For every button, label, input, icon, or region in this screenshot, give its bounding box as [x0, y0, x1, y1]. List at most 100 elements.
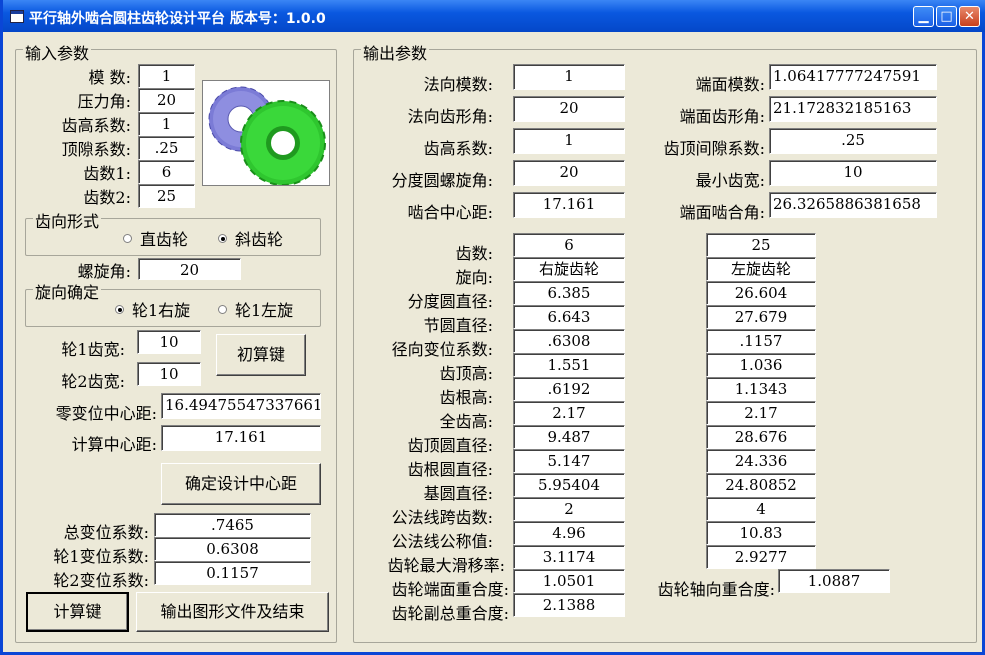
helical-gear-radio[interactable]: 斜齿轮 — [218, 226, 283, 250]
spur-gear-radio[interactable]: 直齿轮 — [123, 226, 188, 250]
module-input[interactable]: 1 — [138, 64, 195, 88]
teeth1-input[interactable]: 6 — [138, 160, 195, 184]
root-diameter-label: 齿根圆直径: — [407, 460, 493, 479]
min-face-width-value: 10 — [769, 160, 937, 186]
zero-shift-center-input[interactable]: 16.49475547337661 — [161, 393, 321, 419]
axial-contact-ratio-label: 齿轮轴向重合度: — [657, 580, 775, 599]
helical-gear-label: 斜齿轮 — [235, 230, 284, 249]
gear1-right-hand-label: 轮1右旋 — [132, 301, 191, 320]
minimize-button[interactable]: ▁ — [913, 6, 934, 27]
gear2-base-diameter-value: 24.80852 — [706, 473, 816, 497]
title-bar[interactable]: 平行轴外啮合圆柱齿轮设计平台 版本号：1.0.0 ▁ □ ✕ — [3, 0, 985, 32]
gear1-right-hand-radio[interactable]: 轮1右旋 — [115, 297, 190, 321]
pressure-angle-label: 压力角: — [77, 92, 131, 111]
span-teeth-label: 公法线跨齿数: — [391, 508, 493, 527]
gear1-teeth-value: 6 — [513, 233, 625, 257]
window-title: 平行轴外啮合圆柱齿轮设计平台 版本号：1.0.0 — [29, 11, 326, 27]
gear1-span-teeth-value: 2 — [513, 497, 625, 521]
shift2-input[interactable]: 0.1157 — [154, 561, 311, 585]
gear1-dedendum-value: .6192 — [513, 377, 625, 401]
gear-image — [202, 80, 330, 186]
base-diameter-label: 基圆直径: — [423, 484, 493, 503]
transverse-mesh-angle-label: 端面啮合角: — [679, 203, 765, 222]
spur-gear-label: 直齿轮 — [140, 230, 189, 249]
addendum-coef-label: 齿高系数: — [61, 116, 131, 135]
radio-checked-icon — [115, 305, 124, 314]
tip-clearance-coef-label: 齿顶间隙系数: — [663, 139, 765, 158]
pressure-angle-input[interactable]: 20 — [138, 88, 195, 112]
ref-diameter-label: 分度圆直径: — [407, 292, 493, 311]
gear1-root-diameter-value: 5.147 — [513, 449, 625, 473]
initial-calc-button[interactable]: 初算键 — [216, 334, 306, 376]
calc-center-label: 计算中心距: — [71, 435, 157, 454]
gear1-span-nominal-value: 4.96 — [513, 521, 625, 545]
shift1-input[interactable]: 0.6308 — [154, 537, 311, 561]
clearance-coef-input[interactable]: .25 — [138, 136, 195, 160]
out-addendum-coef-label: 齿高系数: — [423, 139, 493, 158]
helix-angle-input[interactable]: 20 — [138, 258, 241, 280]
total-contact-ratio-label: 齿轮副总重合度: — [391, 604, 509, 623]
gear2-span-teeth-value: 4 — [706, 497, 816, 521]
width1-input[interactable]: 10 — [137, 330, 201, 354]
main-window: 平行轴外啮合圆柱齿轮设计平台 版本号：1.0.0 ▁ □ ✕ 输入参数 模 数:… — [0, 0, 985, 655]
width1-label: 轮1齿宽: — [61, 340, 125, 359]
addendum-label: 齿顶高: — [439, 364, 493, 383]
gear2-whole-depth-value: 2.17 — [706, 401, 816, 425]
tooth-direction-title: 齿向形式 — [33, 208, 102, 232]
transverse-module-label: 端面模数: — [695, 75, 765, 94]
shift2-label: 轮2变位系数: — [53, 571, 149, 590]
maximize-button[interactable]: □ — [936, 6, 957, 27]
close-icon: ✕ — [964, 9, 975, 24]
confirm-center-button[interactable]: 确定设计中心距 — [161, 463, 321, 505]
module-label: 模 数: — [88, 68, 131, 87]
clearance-coef-label: 顶隙系数: — [61, 140, 131, 159]
transverse-module-value: 1.06417777247591 — [769, 64, 937, 90]
radio-unchecked-icon — [218, 305, 227, 314]
gear2-radial-shift-value: .1157 — [706, 329, 816, 353]
gear2-max-slip-value: 2.9277 — [706, 545, 816, 569]
gear1-pitch-diameter-value: 6.643 — [513, 305, 625, 329]
teeth2-label: 齿数2: — [83, 188, 131, 207]
output-params-title: 输出参数 — [361, 40, 430, 64]
gear1-hand-value: 右旋齿轮 — [513, 257, 625, 281]
gears-icon — [208, 86, 326, 186]
normal-module-label: 法向模数: — [423, 75, 493, 94]
ref-helix-angle-label: 分度圆螺旋角: — [391, 171, 493, 190]
transverse-profile-angle-value: 21.172832185163 — [769, 96, 937, 122]
normal-profile-angle-label: 法向齿形角: — [407, 107, 493, 126]
close-button[interactable]: ✕ — [959, 6, 980, 27]
radio-checked-icon — [218, 234, 227, 243]
axial-contact-ratio-value: 1.0887 — [778, 569, 890, 593]
mesh-center-value: 17.161 — [513, 192, 625, 218]
gear1-base-diameter-value: 5.95404 — [513, 473, 625, 497]
teeth2-input[interactable]: 25 — [138, 184, 195, 208]
export-and-exit-button[interactable]: 输出图形文件及结束 — [136, 592, 329, 632]
gear2-dedendum-value: 1.1343 — [706, 377, 816, 401]
gear1-radial-shift-value: .6308 — [513, 329, 625, 353]
normal-module-value: 1 — [513, 64, 625, 90]
app-icon[interactable] — [10, 10, 24, 23]
tip-diameter-label: 齿顶圆直径: — [407, 436, 493, 455]
mesh-center-label: 啮合中心距: — [407, 203, 493, 222]
total-shift-input[interactable]: .7465 — [154, 513, 311, 537]
addendum-coef-input[interactable]: 1 — [138, 112, 195, 136]
tip-clearance-coef-value: .25 — [769, 128, 937, 154]
shift1-label: 轮1变位系数: — [53, 547, 149, 566]
transverse-contact-ratio-label: 齿轮端面重合度: — [391, 580, 509, 599]
teeth1-label: 齿数1: — [83, 164, 131, 183]
calculate-button[interactable]: 计算键 — [26, 592, 129, 632]
maximize-icon: □ — [940, 9, 953, 24]
width2-input[interactable]: 10 — [137, 362, 201, 386]
gear1-left-hand-radio[interactable]: 轮1左旋 — [218, 297, 293, 321]
rotation-direction-title: 旋向确定 — [33, 279, 102, 303]
gear2-addendum-value: 1.036 — [706, 353, 816, 377]
transverse-contact-ratio-value: 1.0501 — [513, 569, 625, 593]
gear2-teeth-value: 25 — [706, 233, 816, 257]
min-face-width-label: 最小齿宽: — [695, 171, 765, 190]
calc-center-input[interactable]: 17.161 — [161, 425, 321, 451]
input-params-title: 输入参数 — [23, 40, 92, 64]
total-shift-label: 总变位系数: — [63, 523, 149, 542]
whole-depth-label: 全齿高: — [439, 412, 493, 431]
gear2-hand-value: 左旋齿轮 — [706, 257, 816, 281]
gear2-span-nominal-value: 10.83 — [706, 521, 816, 545]
